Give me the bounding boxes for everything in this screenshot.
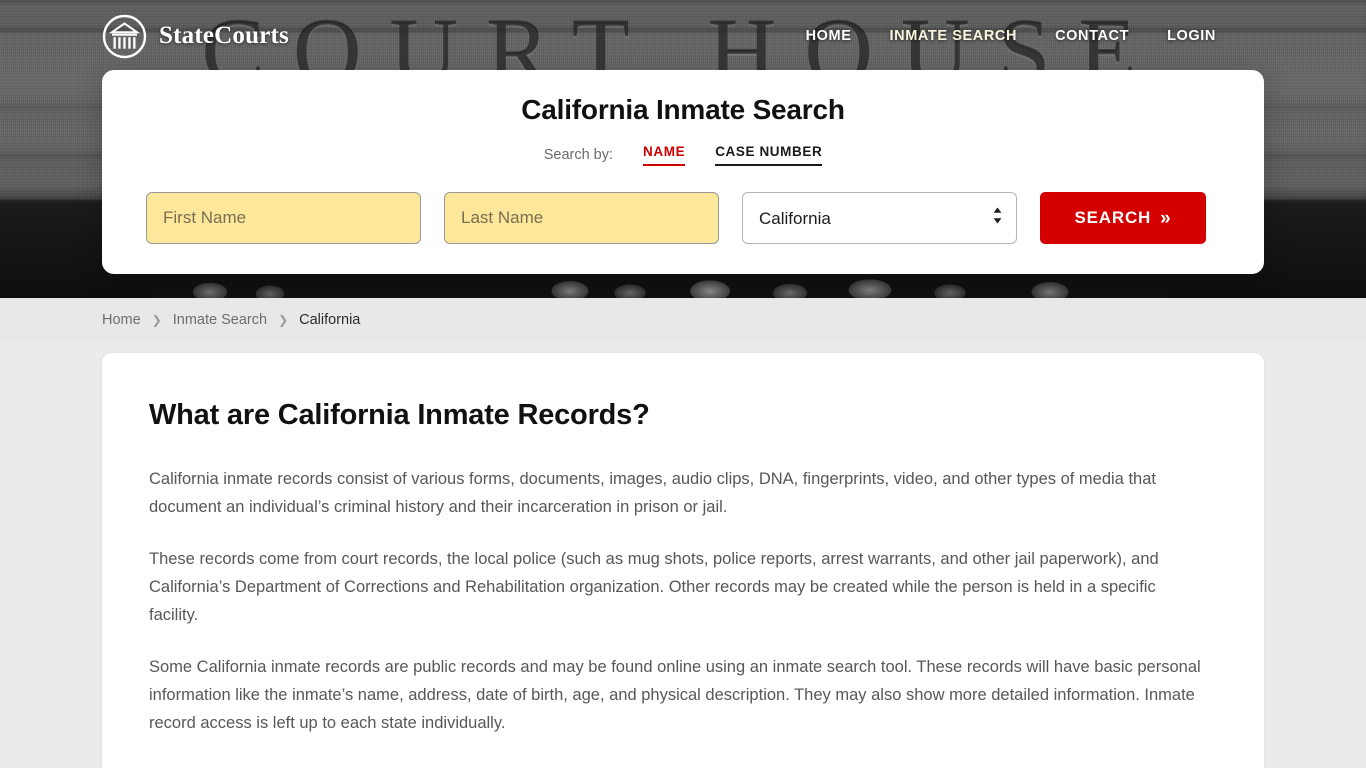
page-title: What are California Inmate Records? bbox=[149, 399, 1217, 432]
nav-item-contact[interactable]: CONTACT bbox=[1055, 28, 1129, 44]
article-card: What are California Inmate Records? Cali… bbox=[102, 353, 1264, 768]
breadcrumb-item-inmate-search[interactable]: Inmate Search bbox=[173, 312, 267, 328]
state-select[interactable]: California bbox=[742, 192, 1017, 244]
chevron-right-icon: ❯ bbox=[278, 314, 288, 326]
breadcrumb: Home ❯ Inmate Search ❯ California bbox=[102, 312, 360, 328]
breadcrumb-bar: Home ❯ Inmate Search ❯ California bbox=[0, 298, 1366, 341]
tab-search-by-case-number[interactable]: CASE NUMBER bbox=[715, 144, 822, 166]
article-paragraph: These records come from court records, t… bbox=[149, 545, 1204, 629]
nav-item-home[interactable]: HOME bbox=[806, 28, 852, 44]
nav-item-login[interactable]: LOGIN bbox=[1167, 28, 1216, 44]
brand-logo-link[interactable]: StateCourts bbox=[102, 14, 289, 59]
breadcrumb-item-california: California bbox=[299, 312, 360, 328]
search-card-title: California Inmate Search bbox=[146, 94, 1220, 126]
chevron-right-icon: ❯ bbox=[152, 314, 162, 326]
last-name-input[interactable] bbox=[444, 192, 719, 244]
search-submit-button[interactable]: SEARCH » bbox=[1040, 192, 1206, 244]
main-nav: HOME INMATE SEARCH CONTACT LOGIN bbox=[806, 28, 1216, 44]
top-navigation-bar: StateCourts HOME INMATE SEARCH CONTACT L… bbox=[0, 0, 1366, 72]
inmate-search-form: California SEARCH » bbox=[146, 192, 1220, 244]
brand-name-label: StateCourts bbox=[159, 22, 289, 50]
tab-search-by-name[interactable]: NAME bbox=[643, 144, 685, 166]
search-by-tabs: Search by: NAME CASE NUMBER bbox=[146, 144, 1220, 166]
state-select-wrapper: California bbox=[742, 192, 1017, 244]
search-by-label: Search by: bbox=[544, 147, 613, 163]
breadcrumb-item-home[interactable]: Home bbox=[102, 312, 141, 328]
hero-banner: COURT HOUSE StateCourts HOME INMA bbox=[0, 0, 1366, 298]
article-paragraph: California inmate records consist of var… bbox=[149, 465, 1204, 521]
hero-crowd-silhouette bbox=[150, 278, 1170, 298]
nav-item-inmate-search[interactable]: INMATE SEARCH bbox=[890, 28, 1018, 44]
double-chevron-right-icon: » bbox=[1160, 209, 1171, 228]
article-paragraph: Some California inmate records are publi… bbox=[149, 653, 1204, 737]
courthouse-circle-icon bbox=[102, 14, 147, 59]
first-name-input[interactable] bbox=[146, 192, 421, 244]
search-button-label: SEARCH bbox=[1075, 208, 1152, 228]
page-body: What are California Inmate Records? Cali… bbox=[0, 341, 1366, 768]
inmate-search-card: California Inmate Search Search by: NAME… bbox=[102, 70, 1264, 274]
